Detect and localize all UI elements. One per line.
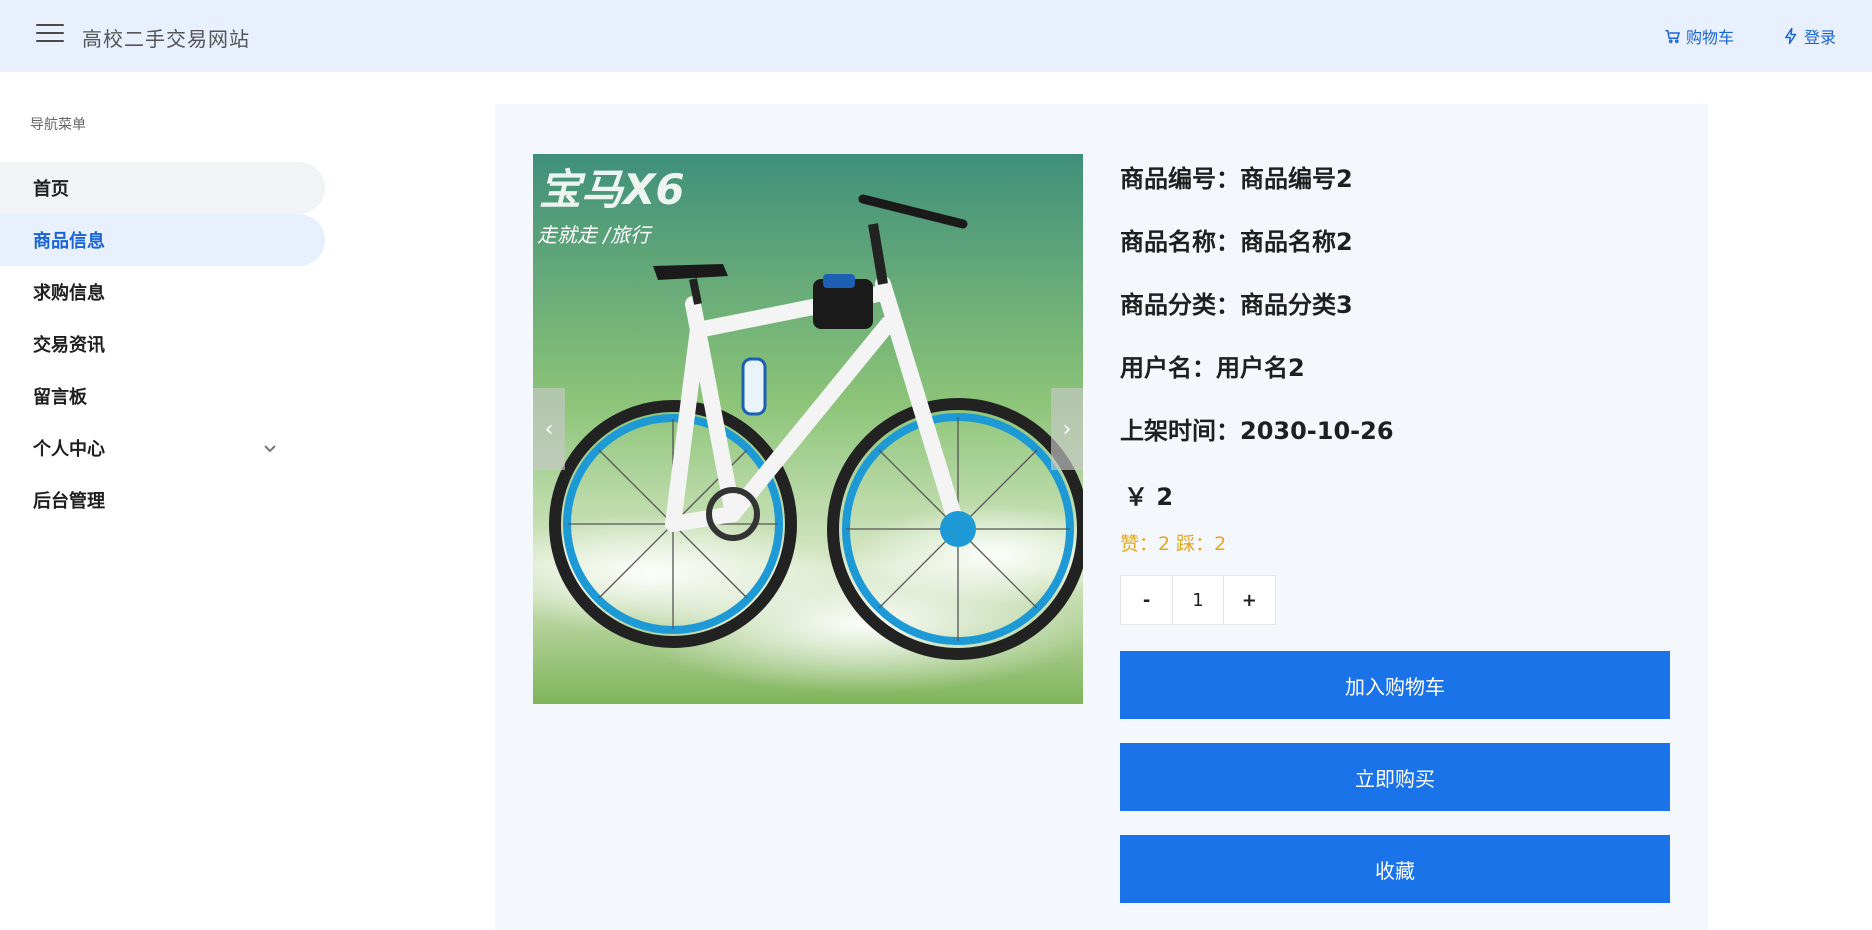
product-info: 商品编号：商品编号2 商品名称：商品名称2 商品分类：商品分类3 用户名：用户名… [1120,164,1670,903]
favorite-button[interactable]: 收藏 [1120,835,1670,903]
sidebar-item-wanted[interactable]: 求购信息 [0,266,325,318]
sidebar-item-label: 留言板 [33,387,87,408]
image-slogan-text: 走就走 /旅行 [537,223,653,247]
login-link[interactable]: 登录 [1782,24,1836,48]
cart-icon [1665,30,1680,44]
quantity-increase-button[interactable]: + [1224,576,1275,624]
login-label: 登录 [1804,28,1837,47]
sidebar-item-label: 交易资讯 [33,335,105,356]
product-image-carousel: 宝马X6 走就走 /旅行 ‹ › [533,154,1083,704]
product-username: 用户名：用户名2 [1120,354,1305,382]
sidebar: 导航菜单 首页 商品信息 求购信息 交易资讯 留言板 个人中心 后台管理 [0,72,325,930]
sidebar-item-personal-center[interactable]: 个人中心 [0,422,325,474]
chevron-left-icon: ‹ [544,416,554,442]
chevron-right-icon: › [1062,416,1072,442]
carousel-next-button[interactable]: › [1051,388,1083,470]
quantity-stepper: - 1 + [1120,575,1276,625]
sidebar-item-admin[interactable]: 后台管理 [0,474,325,526]
quantity-decrease-button[interactable]: - [1121,576,1172,624]
quantity-value[interactable]: 1 [1172,576,1224,624]
product-detail-panel: 宝马X6 走就走 /旅行 ‹ › 商品编号：商品编号2 商品名称：商品名称2 商… [495,104,1708,930]
lightning-icon [1785,27,1797,45]
product-code: 商品编号：商品编号2 [1120,165,1353,193]
chevron-down-icon [264,445,276,453]
add-to-cart-button[interactable]: 加入购物车 [1120,651,1670,719]
hamburger-menu-icon[interactable] [36,24,64,48]
sidebar-item-label: 个人中心 [33,439,105,460]
top-bar: 高校二手交易网站 购物车 登录 [0,0,1872,72]
sidebar-item-home[interactable]: 首页 [0,162,325,214]
sidebar-item-label: 求购信息 [33,283,105,304]
sidebar-item-products[interactable]: 商品信息 [0,214,325,266]
image-brand-text: 宝马X6 [539,165,685,214]
site-title: 高校二手交易网站 [82,27,250,51]
product-image-bicycle: 宝马X6 走就走 /旅行 [533,154,1083,704]
sidebar-item-news[interactable]: 交易资讯 [0,318,325,370]
product-votes: 赞：2 踩：2 [1120,533,1227,555]
nav-caption: 导航菜单 [30,117,86,133]
sidebar-item-label: 后台管理 [33,491,105,512]
product-category: 商品分类：商品分类3 [1120,291,1353,319]
cart-link[interactable]: 购物车 [1664,24,1734,48]
sidebar-item-label: 首页 [33,179,69,200]
cart-label: 购物车 [1686,28,1735,47]
product-listed-date: 上架时间：2030-10-26 [1120,417,1394,445]
sidebar-item-messages[interactable]: 留言板 [0,370,325,422]
carousel-prev-button[interactable]: ‹ [533,388,565,470]
product-name: 商品名称：商品名称2 [1120,228,1353,256]
product-price: ￥ 2 [1124,483,1174,511]
buy-now-button[interactable]: 立即购买 [1120,743,1670,811]
sidebar-item-label: 商品信息 [33,231,105,252]
